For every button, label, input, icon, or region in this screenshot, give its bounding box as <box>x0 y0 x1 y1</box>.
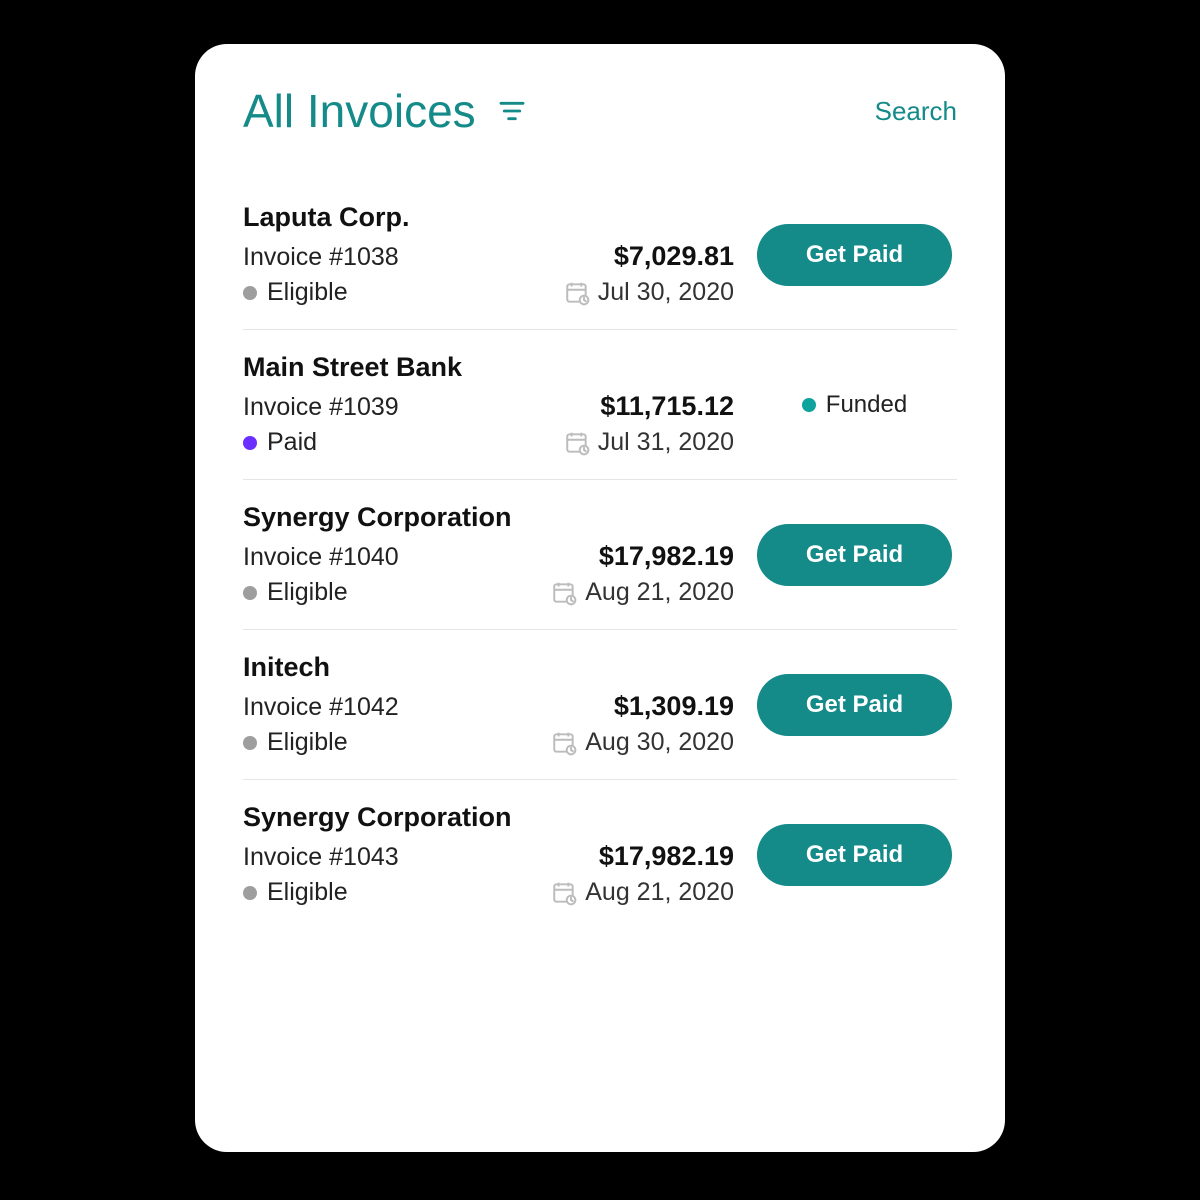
invoice-action: Get Paid <box>752 224 957 286</box>
funded-indicator: Funded <box>802 391 907 419</box>
page-title: All Invoices <box>243 84 476 138</box>
invoice-row: Main Street Bank Invoice #1039 $11,715.12 P… <box>243 330 957 480</box>
status-dot-icon <box>243 286 257 300</box>
invoice-action: Get Paid <box>752 674 957 736</box>
get-paid-button[interactable]: Get Paid <box>757 824 952 886</box>
invoice-info: Synergy Corporation Invoice #1040 $17,982.… <box>243 502 734 607</box>
invoice-number-amount: Invoice #1038 $7,029.81 <box>243 241 734 272</box>
invoice-action: Get Paid <box>752 824 957 886</box>
company-name: Synergy Corporation <box>243 502 734 533</box>
date-text: Aug 21, 2020 <box>585 878 734 907</box>
invoice-info: Main Street Bank Invoice #1039 $11,715.12 P… <box>243 352 734 457</box>
status-text: Paid <box>267 428 317 457</box>
calendar-icon <box>551 730 577 756</box>
search-link[interactable]: Search <box>875 96 957 127</box>
invoice-list: Laputa Corp. Invoice #1038 $7,029.81 Eligib… <box>243 180 957 929</box>
invoice-number: Invoice #1040 <box>243 543 399 572</box>
due-date: Aug 21, 2020 <box>551 878 734 907</box>
calendar-icon <box>564 280 590 306</box>
company-name: Initech <box>243 652 734 683</box>
invoice-number: Invoice #1039 <box>243 393 399 422</box>
invoice-number-amount: Invoice #1043 $17,982.19 <box>243 841 734 872</box>
status-badge: Eligible <box>243 278 348 307</box>
invoice-row: Laputa Corp. Invoice #1038 $7,029.81 Eligib… <box>243 180 957 330</box>
company-name: Synergy Corporation <box>243 802 734 833</box>
invoice-amount: $17,982.19 <box>599 841 734 872</box>
date-text: Jul 30, 2020 <box>598 278 734 307</box>
invoice-amount: $17,982.19 <box>599 541 734 572</box>
status-dot-icon <box>243 586 257 600</box>
invoice-status-date: Paid Jul 31, 2020 <box>243 428 734 457</box>
invoice-row: Initech Invoice #1042 $1,309.19 Eligible Aug… <box>243 630 957 780</box>
header-left: All Invoices <box>243 84 526 138</box>
invoice-number: Invoice #1042 <box>243 693 399 722</box>
get-paid-button[interactable]: Get Paid <box>757 224 952 286</box>
status-badge: Eligible <box>243 878 348 907</box>
invoice-info: Initech Invoice #1042 $1,309.19 Eligible Aug… <box>243 652 734 757</box>
filter-icon[interactable] <box>498 99 526 123</box>
invoice-info: Laputa Corp. Invoice #1038 $7,029.81 Eligib… <box>243 202 734 307</box>
status-text: Eligible <box>267 278 348 307</box>
date-text: Aug 21, 2020 <box>585 578 734 607</box>
invoice-number-amount: Invoice #1042 $1,309.19 <box>243 691 734 722</box>
invoice-number: Invoice #1038 <box>243 243 399 272</box>
invoice-status-date: Eligible Jul 30, 2020 <box>243 278 734 307</box>
calendar-icon <box>564 430 590 456</box>
get-paid-button[interactable]: Get Paid <box>757 674 952 736</box>
date-text: Aug 30, 2020 <box>585 728 734 757</box>
status-dot-icon <box>243 736 257 750</box>
status-text: Eligible <box>267 578 348 607</box>
calendar-icon <box>551 580 577 606</box>
funded-dot-icon <box>802 398 816 412</box>
due-date: Aug 21, 2020 <box>551 578 734 607</box>
invoice-row: Synergy Corporation Invoice #1043 $17,982.… <box>243 780 957 929</box>
invoice-amount: $7,029.81 <box>614 241 734 272</box>
status-badge: Eligible <box>243 728 348 757</box>
due-date: Jul 31, 2020 <box>564 428 734 457</box>
header: All Invoices Search <box>243 84 957 138</box>
status-text: Eligible <box>267 728 348 757</box>
invoice-status-date: Eligible Aug 21, 2020 <box>243 878 734 907</box>
invoice-status-date: Eligible Aug 30, 2020 <box>243 728 734 757</box>
invoice-row: Synergy Corporation Invoice #1040 $17,982.… <box>243 480 957 630</box>
status-dot-icon <box>243 436 257 450</box>
company-name: Main Street Bank <box>243 352 734 383</box>
calendar-icon <box>551 880 577 906</box>
invoice-number: Invoice #1043 <box>243 843 399 872</box>
invoice-action: Funded <box>752 391 957 419</box>
invoices-card: All Invoices Search Laputa Corp. Invoice … <box>195 44 1005 1152</box>
company-name: Laputa Corp. <box>243 202 734 233</box>
invoice-number-amount: Invoice #1040 $17,982.19 <box>243 541 734 572</box>
get-paid-button[interactable]: Get Paid <box>757 524 952 586</box>
invoice-info: Synergy Corporation Invoice #1043 $17,982.… <box>243 802 734 907</box>
invoice-status-date: Eligible Aug 21, 2020 <box>243 578 734 607</box>
date-text: Jul 31, 2020 <box>598 428 734 457</box>
status-text: Eligible <box>267 878 348 907</box>
status-badge: Eligible <box>243 578 348 607</box>
status-dot-icon <box>243 886 257 900</box>
invoice-amount: $11,715.12 <box>600 391 734 422</box>
due-date: Jul 30, 2020 <box>564 278 734 307</box>
status-badge: Paid <box>243 428 317 457</box>
invoice-amount: $1,309.19 <box>614 691 734 722</box>
invoice-action: Get Paid <box>752 524 957 586</box>
due-date: Aug 30, 2020 <box>551 728 734 757</box>
invoice-number-amount: Invoice #1039 $11,715.12 <box>243 391 734 422</box>
funded-text: Funded <box>826 391 907 419</box>
